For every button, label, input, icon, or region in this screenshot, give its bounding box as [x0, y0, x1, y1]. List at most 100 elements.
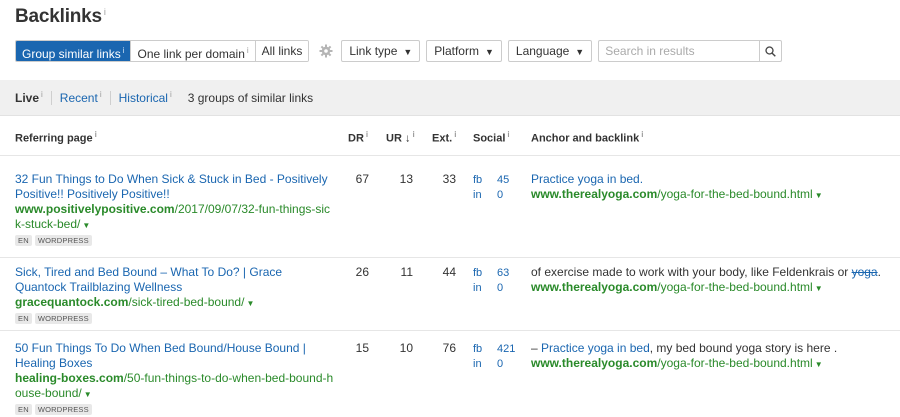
- info-icon: i: [641, 130, 644, 139]
- anchor-cell: of exercise made to work with your body,…: [531, 265, 891, 296]
- platform-tag: WORDPRESS: [34, 404, 92, 415]
- gear-icon[interactable]: [317, 40, 335, 62]
- tag-list: EN WORDPRESS: [15, 235, 335, 246]
- caret-down-icon: ▼: [484, 47, 494, 57]
- info-icon: i: [122, 46, 125, 55]
- anchor-text: – Practice yoga in bed, my bed bound yog…: [531, 341, 838, 355]
- info-icon: i: [99, 90, 102, 99]
- facebook-label: fb: [473, 267, 483, 279]
- caret-down-icon: ▼: [575, 47, 585, 57]
- column-referring-page[interactable]: Referring page i: [15, 130, 97, 145]
- filter-toolbar: Group similar links i One link per domain…: [15, 40, 783, 62]
- anchor-link[interactable]: Practice yoga in bed: [541, 341, 650, 355]
- search-box: [598, 40, 783, 62]
- column-ur[interactable]: UR ↓ i: [386, 130, 415, 145]
- linkedin-label: in: [473, 189, 482, 201]
- language-tag: EN: [15, 404, 32, 415]
- group-similar-links-button[interactable]: Group similar links i: [16, 41, 132, 61]
- anchor-link[interactable]: Practice yoga in bed.: [531, 172, 643, 186]
- tab-live[interactable]: Live i: [15, 90, 43, 105]
- facebook-label: fb: [473, 343, 483, 355]
- caret-down-icon[interactable]: ▼: [815, 191, 823, 200]
- ext-value: 44: [442, 265, 456, 279]
- ur-value: 13: [399, 172, 413, 186]
- language-dropdown[interactable]: Language ▼: [507, 40, 593, 62]
- dr-value: 26: [355, 265, 369, 279]
- info-icon: i: [454, 130, 457, 139]
- tab-divider: [109, 90, 111, 105]
- referring-page-url-link[interactable]: www.positivelypositive.com/2017/09/07/32…: [15, 202, 335, 233]
- linkedin-label: in: [473, 282, 482, 294]
- column-social[interactable]: Social i: [473, 130, 510, 145]
- referring-page-title-link[interactable]: 50 Fun Things To Do When Bed Bound/House…: [15, 341, 335, 371]
- linkedin-count[interactable]: 0: [497, 281, 509, 296]
- table-header: Referring page i DR i UR ↓ i Ext. i Social i …: [0, 116, 900, 156]
- anchor-text: Practice yoga in bed.: [531, 172, 891, 187]
- page-title: Backlinks i: [15, 6, 106, 27]
- dr-value: 15: [355, 341, 369, 355]
- platform-dropdown[interactable]: Platform ▼: [426, 40, 502, 62]
- referring-page-cell: 32 Fun Things to Do When Sick & Stuck in…: [15, 172, 335, 246]
- anchor-cell: Practice yoga in bed. www.therealyoga.co…: [531, 172, 891, 203]
- table-row: 50 Fun Things To Do When Bed Bound/House…: [0, 331, 900, 417]
- caret-down-icon[interactable]: ▼: [84, 390, 92, 399]
- referring-page-url-link[interactable]: gracequantock.com/sick-tired-bed-bound/▼: [15, 295, 335, 311]
- linkedin-count[interactable]: 0: [497, 188, 509, 203]
- backlink-url-link[interactable]: www.therealyoga.com/yoga-for-the-bed-bou…: [531, 356, 891, 372]
- column-dr[interactable]: DR i: [348, 130, 368, 145]
- anchor-link[interactable]: yoga: [852, 265, 878, 279]
- column-anchor[interactable]: Anchor and backlink i: [531, 130, 643, 145]
- tab-bar: Live i Recent i Historical i 3 groups of si…: [0, 80, 900, 116]
- results-summary: 3 groups of similar links: [187, 90, 314, 105]
- linkedin-count[interactable]: 0: [497, 357, 515, 372]
- facebook-label: fb: [473, 174, 483, 186]
- search-button[interactable]: [759, 41, 781, 61]
- backlink-url-link[interactable]: www.therealyoga.com/yoga-for-the-bed-bou…: [531, 280, 891, 296]
- info-icon: i: [94, 130, 97, 139]
- one-link-per-domain-button[interactable]: One link per domain i: [131, 41, 256, 61]
- info-icon: i: [246, 46, 249, 55]
- table-row: Sick, Tired and Bed Bound – What To Do? …: [0, 258, 900, 331]
- tag-list: EN WORDPRESS: [15, 404, 335, 415]
- facebook-count[interactable]: 63: [497, 266, 509, 281]
- tag-list: EN WORDPRESS: [15, 313, 335, 324]
- info-icon: i: [41, 90, 43, 99]
- referring-page-title-link[interactable]: Sick, Tired and Bed Bound – What To Do? …: [15, 265, 335, 295]
- info-icon: i: [365, 130, 369, 139]
- search-icon: [765, 45, 777, 57]
- caret-down-icon[interactable]: ▼: [815, 284, 823, 293]
- sort-arrow-icon: ↓: [404, 132, 411, 145]
- search-input[interactable]: [599, 41, 760, 61]
- info-icon: i: [169, 90, 172, 99]
- all-links-button[interactable]: All links: [255, 41, 309, 61]
- caret-down-icon[interactable]: ▼: [815, 360, 823, 369]
- ext-value: 33: [442, 172, 456, 186]
- info-icon[interactable]: i: [104, 7, 106, 17]
- referring-page-cell: 50 Fun Things To Do When Bed Bound/House…: [15, 341, 335, 415]
- social-counts: 421 0: [497, 342, 515, 372]
- referring-page-url-link[interactable]: healing-boxes.com/50-fun-things-to-do-wh…: [15, 371, 335, 402]
- info-icon: i: [412, 130, 415, 139]
- info-icon: i: [507, 130, 510, 139]
- anchor-cell: – Practice yoga in bed, my bed bound yog…: [531, 341, 891, 372]
- caret-down-icon[interactable]: ▼: [246, 299, 254, 308]
- tab-divider: [50, 90, 52, 105]
- tab-historical[interactable]: Historical i: [119, 90, 172, 105]
- social-labels: fb in: [473, 173, 482, 203]
- facebook-count[interactable]: 45: [497, 173, 509, 188]
- referring-page-title-link[interactable]: 32 Fun Things to Do When Sick & Stuck in…: [15, 172, 335, 202]
- table-row: 32 Fun Things to Do When Sick & Stuck in…: [0, 156, 900, 258]
- language-tag: EN: [15, 313, 32, 324]
- facebook-count[interactable]: 421: [497, 342, 515, 357]
- column-ext[interactable]: Ext. i: [432, 130, 456, 145]
- platform-tag: WORDPRESS: [34, 313, 92, 324]
- link-type-dropdown[interactable]: Link type ▼: [341, 40, 421, 62]
- referring-page-cell: Sick, Tired and Bed Bound – What To Do? …: [15, 265, 335, 324]
- language-tag: EN: [15, 235, 32, 246]
- backlink-url-link[interactable]: www.therealyoga.com/yoga-for-the-bed-bou…: [531, 187, 891, 203]
- social-counts: 63 0: [497, 266, 509, 296]
- ur-value: 10: [399, 341, 413, 355]
- caret-down-icon: ▼: [403, 47, 413, 57]
- tab-recent[interactable]: Recent i: [60, 90, 102, 105]
- caret-down-icon[interactable]: ▼: [82, 221, 90, 230]
